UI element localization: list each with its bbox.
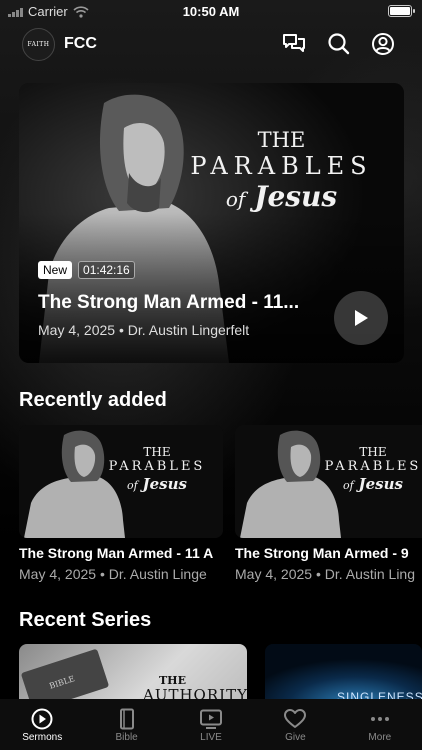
chat-icon[interactable]	[281, 31, 307, 57]
artwork-line-of: of	[127, 479, 138, 492]
duration-badge: 01:42:16	[78, 261, 135, 279]
artwork-line-the: THE	[359, 445, 387, 459]
artwork-line-parables: PARABLES	[324, 459, 422, 474]
hero-meta: May 4, 2025 • Dr. Austin Lingerfelt	[38, 322, 250, 338]
artwork-line-parables: PARABLES	[108, 459, 206, 474]
card-title: The Strong Man Armed - 9	[235, 545, 409, 561]
tab-sermons[interactable]: Sermons	[0, 699, 84, 750]
card-meta: May 4, 2025 • Dr. Austin Linge	[19, 566, 207, 582]
recently-added-card[interactable]: THE PARABLES of Jesus The Strong Man Arm…	[235, 425, 422, 582]
logo-text: FAITH	[27, 41, 50, 48]
play-icon	[355, 310, 368, 326]
card-title: The Strong Man Armed - 11 A	[19, 545, 214, 561]
artwork-line-jesus: Jesus	[254, 180, 338, 213]
recently-added-heading: Recently added	[19, 389, 167, 411]
featured-sermon-card[interactable]: THE PARABLES of Jesus New 01:42:16 The S…	[19, 83, 404, 363]
artwork-line-jesus: Jesus	[358, 475, 403, 493]
artwork-line-jesus: Jesus	[142, 475, 187, 493]
play-button[interactable]	[334, 291, 388, 345]
tab-bar: Sermons Bible LIVE Give More	[0, 699, 422, 750]
new-badge: New	[38, 261, 73, 279]
status-bar: Carrier 10:50 AM	[0, 0, 422, 22]
search-icon[interactable]	[326, 31, 352, 57]
card-thumbnail: THE PARABLES of Jesus	[19, 425, 223, 538]
tab-label: LIVE	[200, 732, 222, 743]
heart-icon	[284, 709, 307, 728]
series-card-authority[interactable]: BIBLE THE AUTHORITY	[19, 644, 247, 704]
hero-badges: New 01:42:16	[38, 261, 135, 279]
tab-give[interactable]: Give	[253, 699, 337, 750]
card-artwork-title: THE PARABLES of Jesus	[97, 445, 217, 493]
app-header: FAITH FCC	[0, 26, 422, 62]
church-logo: FAITH	[22, 28, 55, 61]
app-title: FCC	[64, 35, 97, 52]
tab-label: More	[368, 732, 392, 743]
series-card-singleness[interactable]: SINGLENESS	[265, 644, 422, 704]
profile-icon[interactable]	[370, 31, 396, 57]
artwork-line-of: of	[225, 187, 246, 211]
artwork-line-of: of	[343, 479, 354, 492]
status-time: 10:50 AM	[182, 4, 240, 19]
tab-label: Sermons	[22, 732, 63, 743]
battery-icon	[388, 5, 415, 17]
tab-live[interactable]: LIVE	[169, 699, 253, 750]
play-circle-icon	[31, 708, 53, 730]
recently-added-card[interactable]: THE PARABLES of Jesus The Strong Man Arm…	[19, 425, 223, 582]
tab-label: Give	[285, 732, 306, 743]
hero-title: The Strong Man Armed - 11...	[38, 292, 300, 313]
sermon-artwork-title: THE PARABLES of Jesus	[169, 128, 394, 213]
ellipsis-icon	[370, 717, 389, 721]
tab-label: Bible	[115, 732, 138, 743]
card-meta: May 4, 2025 • Dr. Austin Ling	[235, 566, 416, 582]
recent-series-heading: Recent Series	[19, 609, 152, 631]
book-icon	[119, 708, 134, 730]
artwork-line-parables: PARABLES	[190, 152, 373, 180]
artwork-line-the: THE	[257, 128, 306, 152]
tv-icon	[200, 709, 223, 729]
tab-bible[interactable]: Bible	[84, 699, 168, 750]
tab-more[interactable]: More	[338, 699, 422, 750]
card-artwork-title: THE PARABLES of Jesus	[313, 445, 422, 493]
card-thumbnail: THE PARABLES of Jesus	[235, 425, 422, 538]
artwork-line-the: THE	[143, 445, 171, 459]
